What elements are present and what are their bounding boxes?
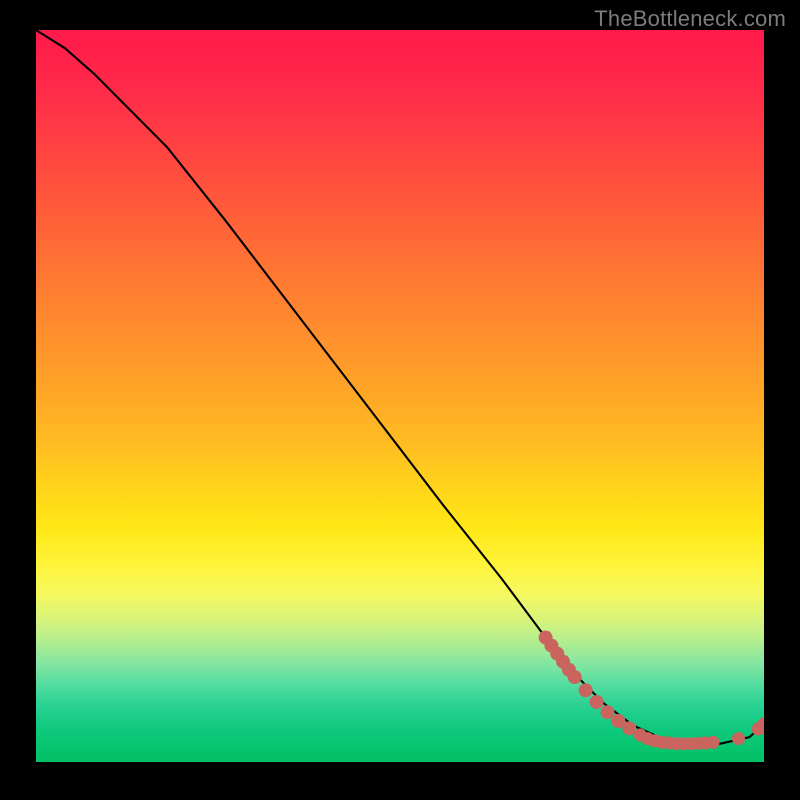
highlighted-cluster-descent-dot (568, 670, 582, 684)
chart-frame: TheBottleneck.com (0, 0, 800, 800)
marker-layer (539, 631, 764, 751)
highlighted-cluster-descent-dot (590, 695, 604, 709)
watermark-text: TheBottleneck.com (594, 6, 786, 32)
highlighted-point-isolated-dot (732, 732, 745, 745)
highlighted-cluster-descent-dot (579, 683, 593, 697)
highlighted-cluster-descent-dot (600, 705, 614, 719)
bottleneck-curve (36, 30, 764, 744)
chart-svg (36, 30, 764, 762)
highlighted-cluster-floor-dot (707, 736, 720, 749)
